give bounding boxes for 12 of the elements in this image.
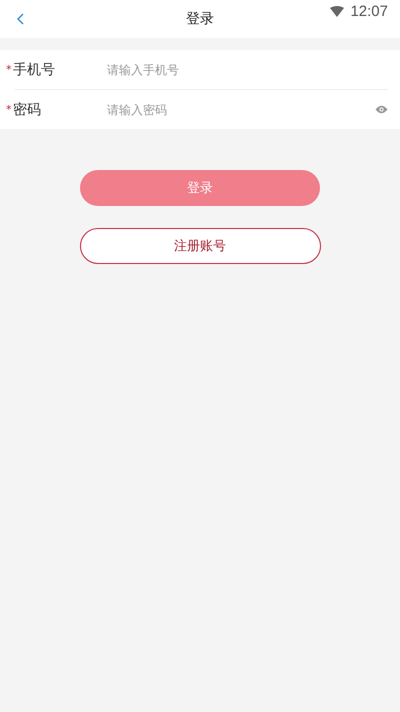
page-title: 登录 <box>186 10 214 28</box>
field-label: 手机号 <box>13 60 56 78</box>
input-field[interactable]: 请输入手机号 <box>107 62 388 76</box>
input-field[interactable]: 请输入密码 <box>107 102 369 116</box>
eye-icon[interactable] <box>375 105 388 114</box>
clock-time: 12:07 <box>350 3 388 20</box>
back-icon <box>16 13 24 25</box>
required-mark: * <box>6 63 12 76</box>
wifi-icon <box>330 6 344 17</box>
field-label: 密码 <box>13 100 42 118</box>
register-button[interactable]: 注册账号 <box>80 228 320 264</box>
required-mark: * <box>6 103 12 116</box>
